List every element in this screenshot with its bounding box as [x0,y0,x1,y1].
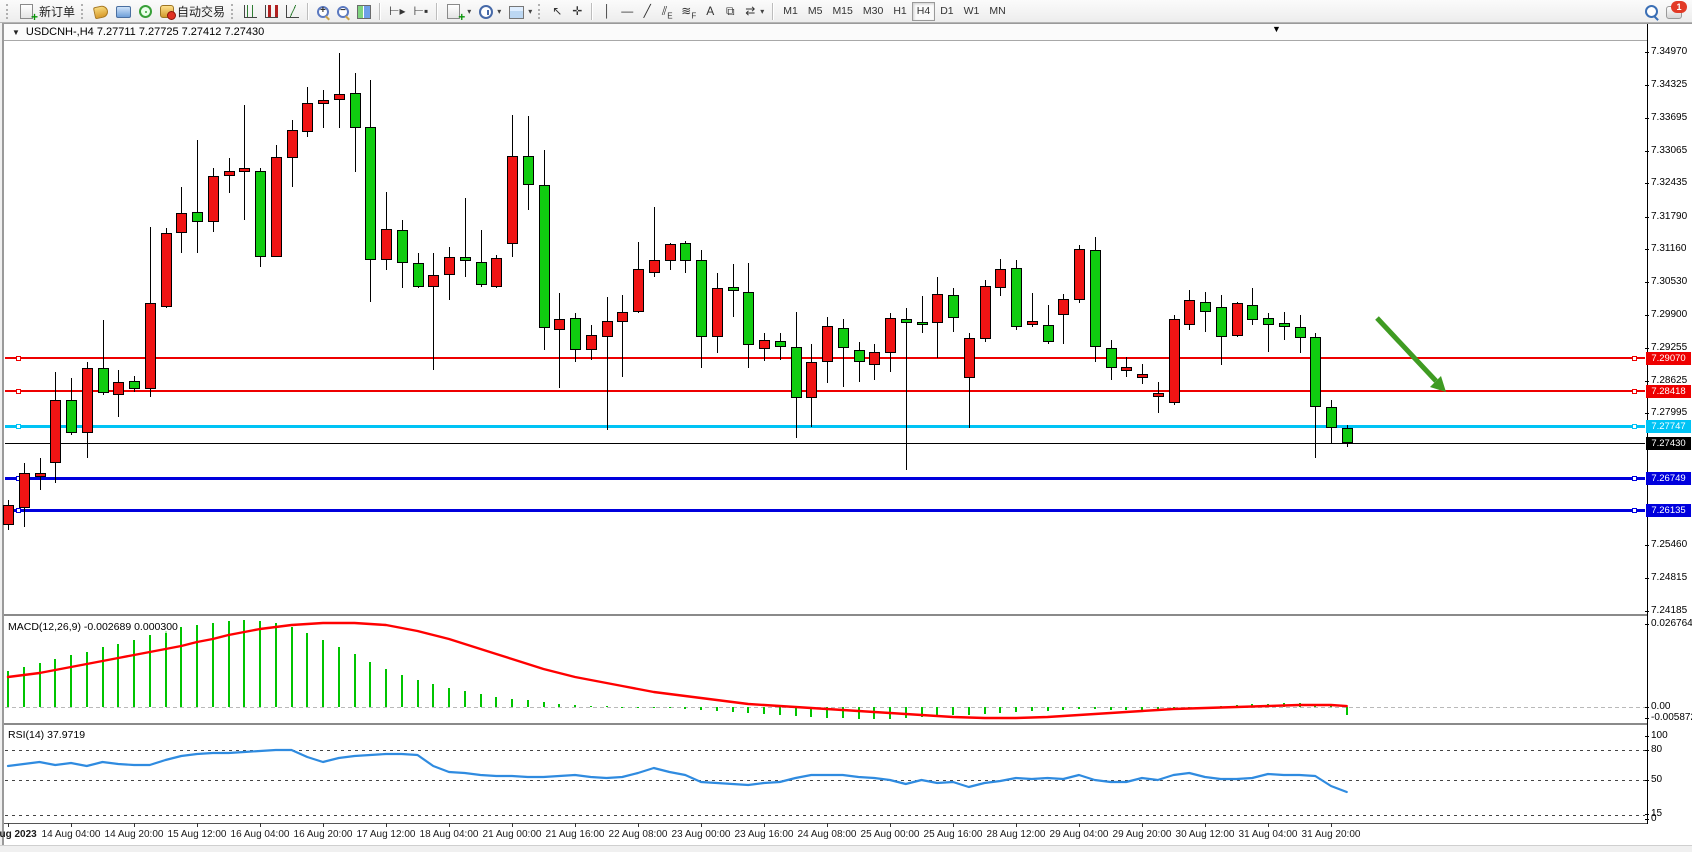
label-tool-button[interactable]: ⧉ [720,1,740,22]
search-icon[interactable] [1645,5,1658,18]
toolbar-separator [436,3,438,20]
tile-windows-button-icon [357,5,371,19]
indicators-button[interactable]: ▾ [442,1,475,22]
periods-button-caret-icon[interactable]: ▾ [497,7,501,16]
timeframe-w1-button[interactable]: W1 [959,2,985,21]
bar-chart-mode-button[interactable] [240,1,261,22]
timeframe-m15-button[interactable]: M15 [827,2,857,21]
chart-window: ▼ USDCNH-,H4 7.27711 7.27725 7.27412 7.2… [2,23,1692,845]
arrows-tool-button[interactable]: ⇄▾ [740,1,768,22]
periods-button-icon [479,5,493,19]
templates-button[interactable]: ▾ [505,1,536,22]
vertical-line-tool-button-icon: │ [601,4,613,19]
toolbar-separator [379,3,381,20]
text-tool-button[interactable]: A [700,1,720,22]
new-order-button-icon [20,4,33,19]
rsi-panel[interactable] [4,723,1647,824]
channel-tool-button[interactable]: ⫽E [657,1,677,22]
vertical-line-tool-button[interactable]: │ [597,1,617,22]
horizontal-line-tool-button[interactable]: — [617,1,637,22]
fibonacci-tool-button[interactable]: ≋F [677,1,700,22]
price-axis[interactable] [1647,24,1692,824]
line-chart-mode-button-icon [286,5,299,18]
line-chart-mode-button[interactable] [282,1,303,22]
trendline-tool-button[interactable]: ╱ [637,1,657,22]
toolbar-grip[interactable] [231,4,236,19]
timeframe-m1-button[interactable]: M1 [778,2,803,21]
toolbar-grip[interactable] [6,4,11,19]
indicators-button-caret-icon[interactable]: ▾ [467,7,471,16]
trendline-tool-button-icon: ╱ [641,4,653,19]
timeframe-m5-button[interactable]: M5 [803,2,828,21]
zoom-in-button-icon [317,6,329,18]
timeframe-d1-button[interactable]: D1 [935,2,958,21]
candlestick-mode-button[interactable] [261,1,282,22]
time-axis[interactable] [4,824,1692,844]
mt4-application-window: { "toolbar": { "active_timeframe": "H4",… [0,0,1692,852]
candlestick-mode-button-icon [265,5,278,18]
autotrading-button[interactable]: 自动交易 [156,1,229,22]
auto-scroll-button-icon: ⊢▸ [389,4,405,19]
timeframe-m30-button[interactable]: M30 [858,2,888,21]
market-watch-button-icon [116,6,131,18]
zoom-out-button-icon [337,6,349,18]
cursor-tool-button-icon: ↖ [551,4,563,19]
label-tool-button-icon: ⧉ [724,4,736,19]
periods-button[interactable]: ▾ [475,1,505,22]
tile-windows-button[interactable] [353,1,375,22]
chart-title-bar[interactable]: ▼ USDCNH-,H4 7.27711 7.27725 7.27412 7.2… [4,24,1692,41]
templates-button-caret-icon[interactable]: ▾ [528,7,532,16]
chart-shift-button-icon: ⊢▪ [414,4,429,19]
sound-alert-button[interactable] [90,1,112,22]
toolbar-separator [307,3,309,20]
arrows-tool-button-caret-icon[interactable]: ▾ [760,7,764,16]
scroll-to-end-icon[interactable]: ▼ [1272,24,1281,34]
toolbar-grip[interactable] [538,4,543,19]
timeframe-h4-button[interactable]: H4 [912,2,935,21]
bar-chart-mode-button-icon [244,5,257,18]
sound-alert-button-icon [93,5,109,20]
autotrading-button-icon [160,5,174,18]
toolbar-separator [591,3,593,20]
autotrading-button-label: 自动交易 [177,3,225,20]
price-chart-panel[interactable] [4,41,1647,614]
new-order-button-label: 新订单 [39,3,75,20]
chart-shift-button[interactable]: ⊢▪ [410,1,433,22]
rsi-label: RSI(14) 37.9719 [8,729,85,741]
signals-button-icon [139,5,152,18]
market-watch-button[interactable] [112,1,135,22]
notifications-badge: 1 [1671,1,1687,13]
chart-title: USDCNH-,H4 7.27711 7.27725 7.27412 7.274… [26,26,264,38]
crosshair-tool-button[interactable]: ✛ [567,1,587,22]
macd-label: MACD(12,26,9) -0.002689 0.000300 [8,621,178,633]
new-order-button[interactable]: 新订单 [15,1,79,22]
notifications-icon[interactable]: 1 [1666,6,1682,19]
macd-panel[interactable] [4,614,1647,723]
auto-scroll-button[interactable]: ⊢▸ [385,1,409,22]
horizontal-line-tool-button-icon: — [621,4,633,19]
crosshair-tool-button-icon: ✛ [571,4,583,19]
channel-tool-button-icon: ⫽E [661,4,673,19]
timeframe-h1-button[interactable]: H1 [888,2,911,21]
zoom-out-button[interactable] [333,1,353,22]
templates-button-icon [509,6,524,19]
toolbar-separator [772,3,774,20]
main-toolbar: 新订单自动交易⊢▸⊢▪▾▾▾↖✛│—╱⫽E≋FA⧉⇄▾M1M5M15M30H1H… [0,0,1692,23]
status-bar [0,845,1692,852]
cursor-tool-button[interactable]: ↖ [547,1,567,22]
arrows-tool-button-icon: ⇄ [744,4,756,19]
timeframe-mn-button[interactable]: MN [984,2,1010,21]
indicators-button-icon [447,4,460,19]
zoom-in-button[interactable] [313,1,333,22]
text-tool-button-icon: A [704,4,716,19]
chart-dropdown-icon[interactable]: ▼ [12,28,20,37]
toolbar-grip[interactable] [81,4,86,19]
fibonacci-tool-button-icon: ≋F [681,4,696,19]
signals-button[interactable] [135,1,156,22]
